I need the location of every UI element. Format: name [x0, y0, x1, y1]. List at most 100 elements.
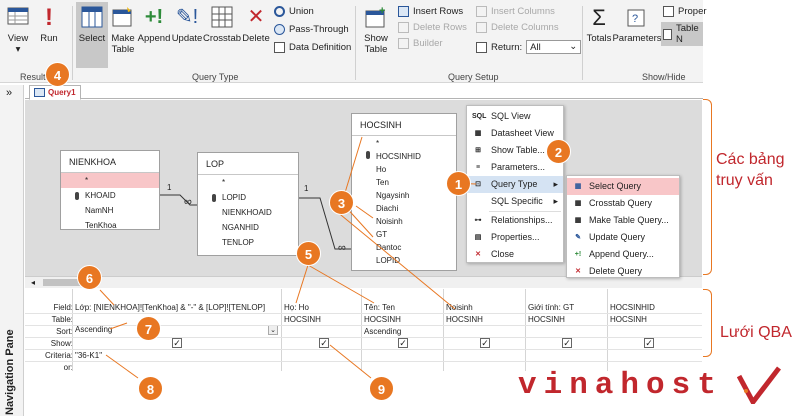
table-names-button[interactable]: Table N: [661, 22, 703, 46]
show-checkbox[interactable]: ✓: [172, 338, 182, 348]
menu-item-properties[interactable]: ▤ Properties...: [467, 229, 563, 246]
field-cell[interactable]: Tên: Ten: [364, 303, 395, 312]
show-table-icon: ⊞: [475, 147, 481, 154]
grid-column[interactable]: Giới tính: GT HOCSINH ✓: [525, 289, 607, 371]
menu-item-relationships[interactable]: ⊶ Relationships...: [467, 212, 563, 229]
show-checkbox[interactable]: ✓: [644, 338, 654, 348]
table-cell[interactable]: HOCSINH: [610, 315, 647, 324]
field-item[interactable]: Ho: [352, 162, 456, 175]
table-lop[interactable]: LOP * LOPID NIENKHOAID NGANHID TENLOP: [197, 152, 299, 256]
data-definition-button[interactable]: Data Definition: [274, 42, 351, 53]
delete-icon: ✕: [247, 5, 265, 28]
field-item[interactable]: LOPID: [198, 190, 298, 205]
field-item[interactable]: Diachi: [352, 201, 456, 214]
submenu-item-delete-query[interactable]: ✕ Delete Query: [567, 263, 679, 280]
checkmark-logo-icon: [737, 366, 781, 404]
view-button[interactable]: View ▾: [4, 4, 32, 55]
navigation-pane[interactable]: » Navigation Pane: [0, 85, 24, 416]
field-item[interactable]: HOCSINHID: [352, 149, 456, 162]
grid-column[interactable]: HOCSINHID HOCSINH ✓: [607, 289, 689, 371]
update-button[interactable]: ✎! Update: [172, 4, 203, 45]
insert-rows-button[interactable]: Insert Rows: [398, 6, 463, 17]
pass-through-label: Pass-Through: [289, 24, 349, 35]
show-checkbox[interactable]: ✓: [398, 338, 408, 348]
parameters-button[interactable]: ? Parameters: [612, 4, 662, 44]
table-hocsinh[interactable]: HOCSINH * HOCSINHID Ho Ten Ngaysinh Diac…: [351, 113, 457, 271]
grid-column[interactable]: Họ: Ho HOCSINH ✓: [281, 289, 361, 371]
field-item[interactable]: *: [61, 173, 159, 188]
chevron-down-icon[interactable]: ⌄: [268, 325, 278, 335]
pass-through-button[interactable]: Pass-Through: [274, 24, 349, 35]
field-item[interactable]: TENLOP: [198, 235, 298, 250]
field-cell[interactable]: Giới tính: GT: [528, 303, 574, 312]
builder-button[interactable]: Builder: [398, 38, 443, 49]
show-checkbox[interactable]: ✓: [480, 338, 490, 348]
return-select[interactable]: All ⌄: [526, 40, 582, 54]
property-sheet-button[interactable]: Proper: [663, 6, 707, 17]
nav-toggle-button[interactable]: »: [6, 87, 12, 99]
menu-item-close[interactable]: ✕ Close: [467, 246, 563, 263]
show-checkbox[interactable]: ✓: [562, 338, 572, 348]
menu-label: Relationships...: [491, 215, 553, 225]
menu-item-query-type[interactable]: ⊡ Query Type ▸: [467, 176, 563, 193]
field-item[interactable]: Dantoc: [352, 240, 456, 253]
field-cell[interactable]: HOCSINHID: [610, 303, 655, 312]
field-item[interactable]: NamNH: [61, 203, 159, 218]
criteria-cell[interactable]: "36-K1": [75, 351, 102, 360]
field-cell[interactable]: Noisinh: [446, 303, 473, 312]
field-item[interactable]: NGANHID: [198, 220, 298, 235]
table-cell[interactable]: HOCSINH: [284, 315, 321, 324]
crosstab-button[interactable]: Crosstab: [203, 4, 241, 44]
field-cell[interactable]: Lớp: [NIENKHOA]![TenKhoa] & "-" & [LOP]!…: [75, 303, 280, 312]
menu-item-datasheet-view[interactable]: ▦ Datasheet View: [467, 125, 563, 142]
submenu-item-append-query[interactable]: +! Append Query...: [567, 246, 679, 263]
sort-dropdown[interactable]: Ascending: [75, 325, 280, 336]
menu-item-parameters[interactable]: ≡ Parameters...: [467, 159, 563, 176]
show-checkbox[interactable]: ✓: [319, 338, 329, 348]
crosstab-icon: [209, 4, 235, 30]
table-cell[interactable]: HOCSINH: [528, 315, 565, 324]
delete-columns-button[interactable]: Delete Columns: [476, 22, 559, 33]
union-button[interactable]: Union: [274, 6, 314, 17]
totals-button[interactable]: Σ Totals: [586, 4, 612, 44]
ribbon: View ▾ ! Run Results Select Make Table +!…: [0, 0, 707, 83]
submenu-item-crosstab-query[interactable]: ▦ Crosstab Query: [567, 195, 679, 212]
field-item[interactable]: Noisinh: [352, 214, 456, 227]
field-item[interactable]: *: [198, 175, 298, 190]
grid-column[interactable]: Noisinh HOCSINH ✓: [443, 289, 525, 371]
insert-columns-button[interactable]: Insert Columns: [476, 6, 555, 17]
submenu-item-select-query[interactable]: ▦ Select Query: [567, 178, 679, 195]
field-item[interactable]: Ngaysinh: [352, 188, 456, 201]
globe-icon: [274, 24, 285, 35]
make-table-button[interactable]: Make Table: [110, 4, 136, 55]
grid-column[interactable]: Lớp: [NIENKHOA]![TenKhoa] & "-" & [LOP]!…: [72, 289, 281, 371]
menu-item-sql-view[interactable]: SQL SQL View: [467, 108, 563, 125]
field-label: KHOAID: [85, 191, 116, 200]
field-item[interactable]: KHOAID: [61, 188, 159, 203]
table-cell[interactable]: HOCSINH: [364, 315, 401, 324]
delete-rows-button[interactable]: Delete Rows: [398, 22, 467, 33]
submenu-item-make-table-query[interactable]: ▦ Make Table Query...: [567, 212, 679, 229]
builder-icon: [398, 38, 409, 49]
field-item[interactable]: TenKhoa: [61, 218, 159, 233]
grid-column[interactable]: Tên: Ten HOCSINH Ascending ✓: [361, 289, 443, 371]
scroll-left-icon[interactable]: ◂: [31, 278, 41, 287]
return-label: Return:: [491, 41, 523, 53]
field-item[interactable]: GT: [352, 227, 456, 240]
select-button[interactable]: Select: [76, 2, 108, 68]
field-cell[interactable]: Họ: Ho: [284, 303, 309, 312]
show-table-button[interactable]: + Show Table: [361, 4, 391, 55]
tab-query1[interactable]: Query1: [29, 85, 81, 100]
table-nienkhoa[interactable]: NIENKHOA * KHOAID NamNH TenKhoa: [60, 150, 160, 230]
field-item[interactable]: Ten: [352, 175, 456, 188]
field-item[interactable]: NIENKHOAID: [198, 205, 298, 220]
field-item[interactable]: LOPID: [352, 253, 456, 266]
table-cell[interactable]: HOCSINH: [446, 315, 483, 324]
sort-cell[interactable]: Ascending: [364, 327, 401, 336]
field-item[interactable]: *: [352, 136, 456, 149]
append-button[interactable]: +! Append: [138, 4, 171, 45]
delete-button[interactable]: ✕ Delete: [242, 4, 270, 45]
submenu-item-update-query[interactable]: ✎ Update Query: [567, 229, 679, 246]
run-button[interactable]: ! Run: [36, 4, 62, 44]
menu-item-sql-specific[interactable]: SQL Specific ▸: [467, 193, 563, 210]
